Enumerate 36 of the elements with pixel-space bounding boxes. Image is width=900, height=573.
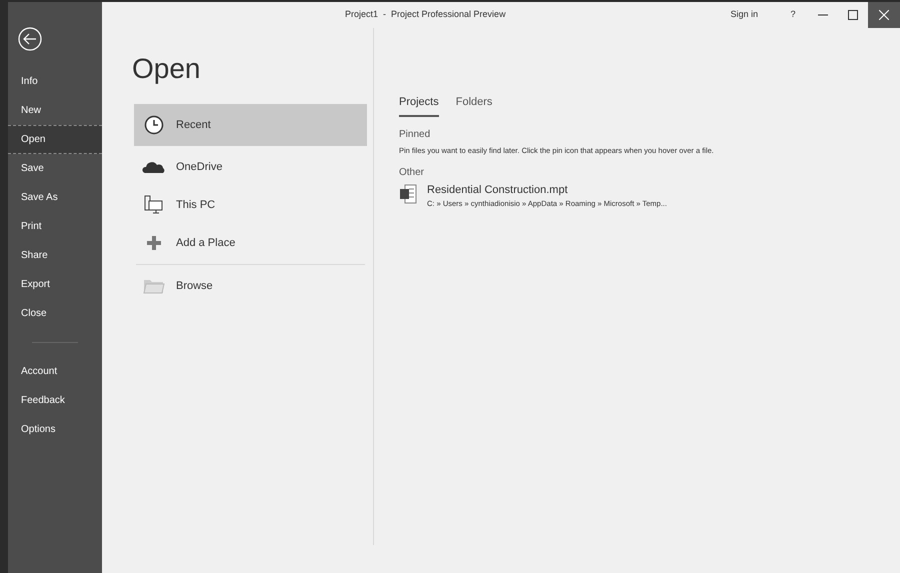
place-item[interactable]: This PC bbox=[134, 186, 367, 224]
browse-item[interactable]: Browse bbox=[134, 267, 367, 305]
clock-icon bbox=[144, 115, 164, 135]
sidebar-item[interactable]: Feedback bbox=[8, 386, 102, 415]
sign-in-link[interactable]: Sign in bbox=[730, 8, 758, 22]
sidebar-item[interactable]: Save As bbox=[8, 183, 102, 212]
section-title: Pinned bbox=[399, 128, 432, 142]
computer-icon bbox=[144, 195, 164, 215]
sidebar-item[interactable]: New bbox=[8, 96, 102, 125]
folder-icon bbox=[143, 278, 165, 294]
file-name: Residential Construction.mpt bbox=[427, 182, 569, 198]
sidebar-item[interactable]: Info bbox=[8, 67, 102, 96]
sidebar-item[interactable]: Save bbox=[8, 154, 102, 183]
sidebar-item[interactable]: Print bbox=[8, 212, 102, 241]
tab[interactable]: Folders bbox=[456, 94, 492, 116]
plus-icon bbox=[147, 236, 161, 250]
place-item[interactable]: OneDrive bbox=[134, 148, 367, 186]
close-button[interactable] bbox=[868, 2, 900, 28]
place-item[interactable]: Recent bbox=[134, 104, 367, 146]
maximize-icon bbox=[848, 10, 858, 20]
sidebar-item[interactable]: Export bbox=[8, 270, 102, 299]
tab[interactable]: Projects bbox=[399, 94, 439, 116]
page-heading: Open bbox=[132, 52, 202, 86]
section-title: Other bbox=[399, 166, 426, 180]
sidebar-item[interactable]: Options bbox=[8, 415, 102, 444]
sidebar-item[interactable]: Share bbox=[8, 241, 102, 270]
sidebar-item[interactable]: Account bbox=[8, 357, 102, 386]
close-icon bbox=[879, 10, 889, 20]
back-button[interactable] bbox=[18, 27, 42, 51]
window-title: Project1 - Project Professional Preview bbox=[345, 8, 506, 22]
cloud-icon bbox=[142, 160, 166, 174]
sidebar-item[interactable]: Open bbox=[8, 125, 102, 154]
help-button[interactable]: ? bbox=[778, 2, 808, 28]
project-file-icon bbox=[399, 184, 417, 204]
sidebar-item[interactable]: Close bbox=[8, 299, 102, 328]
place-item[interactable]: Add a Place bbox=[134, 224, 367, 262]
